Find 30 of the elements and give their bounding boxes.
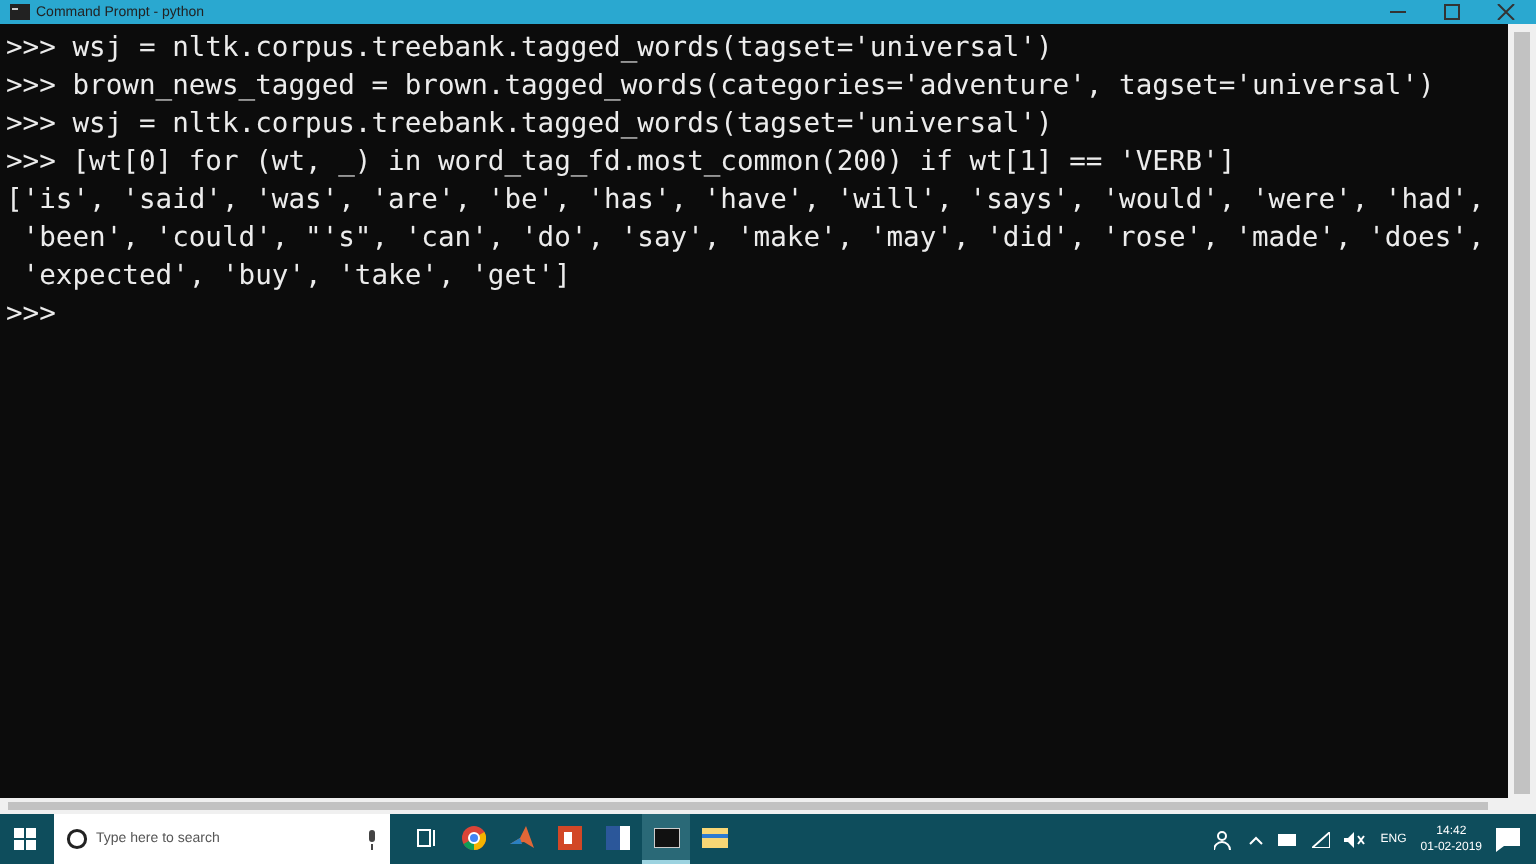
- wifi-icon[interactable]: [1312, 831, 1331, 847]
- console-line: 'expected', 'buy', 'take', 'get']: [20, 258, 573, 296]
- caret-up-icon[interactable]: [1248, 833, 1265, 845]
- notification-icon[interactable]: [1496, 827, 1520, 851]
- windows-logo-icon[interactable]: [14, 828, 36, 850]
- close-icon[interactable]: [1496, 4, 1516, 20]
- task-view-icon: [415, 827, 437, 847]
- battery-icon[interactable]: [1278, 833, 1299, 845]
- console-line: >>> wsj = nltk.corpus.treebank.tagged_words(tagset='universal'): [6, 106, 1055, 144]
- console-line: >>>: [6, 296, 58, 334]
- people-icon[interactable]: [1214, 829, 1235, 849]
- maximize-icon[interactable]: [1442, 4, 1462, 20]
- console-line: >>> brown_news_tagged = brown.tagged_words(categories='adventure', tagset='universal'): [6, 68, 1437, 106]
- console-line: ['is', 'said', 'was', 'are', 'be', 'has', 'have', 'will', 'says', 'would', 'were', 'had',: [6, 182, 1487, 220]
- console-line: >>> wsj = nltk.corpus.treebank.tagged_words(tagset='universal'): [6, 30, 1055, 68]
- peak-icon: [510, 825, 534, 849]
- console-line: 'been', 'could', "'s", 'can', 'do', 'say', 'make', 'may', 'did', 'rose', 'made', 'does',: [20, 220, 1487, 258]
- microphone-icon[interactable]: [366, 829, 378, 849]
- horizontal-scrollbar[interactable]: [0, 798, 1536, 814]
- vertical-scrollbar[interactable]: [1508, 24, 1536, 798]
- folder-icon: [701, 827, 727, 847]
- speaker-muted-icon[interactable]: [1344, 831, 1367, 847]
- search-icon: [66, 828, 88, 850]
- document-w-icon: [606, 825, 630, 849]
- document-p-icon: [558, 825, 582, 849]
- round-tricolor-icon: [462, 825, 486, 849]
- terminal-icon: [10, 4, 30, 20]
- taskbar-app-button[interactable]: [642, 814, 690, 864]
- console-line: >>> [wt[0] for (wt, _) in word_tag_fd.most_common(200) if wt[1] == 'VERB']: [6, 144, 1238, 182]
- terminal-icon: [653, 827, 679, 847]
